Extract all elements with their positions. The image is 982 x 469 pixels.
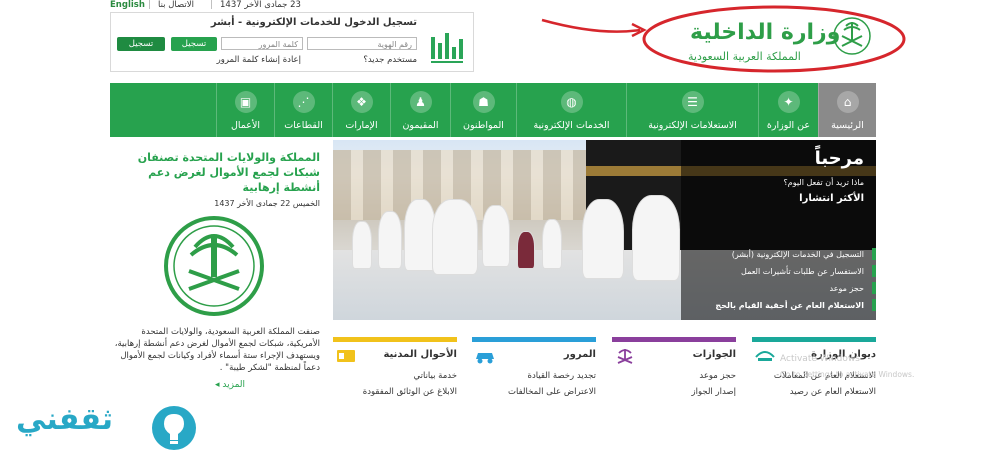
nav-item-sectors[interactable]: ⋰ القطاعات	[274, 83, 332, 137]
news-date: الخميس 22 جمادى الأخر 1437	[214, 199, 320, 208]
ministry-subtitle: المملكة العربية السعودية	[688, 50, 801, 63]
separator: |	[210, 0, 213, 10]
more-label: المزيد	[222, 380, 246, 390]
hero-welcome: مرحباً	[814, 148, 864, 169]
briefcase-icon: ▣	[234, 91, 257, 113]
ministry-title: وزارة الداخلية	[690, 20, 841, 45]
nav-item-inquiries[interactable]: ☰ الاستعلامات الإلكترونية	[626, 83, 758, 137]
hero-link[interactable]: الاستعلام العام عن أحقية القيام بالحج	[715, 301, 864, 310]
hero-popular-title: الأكثر انتشارا	[799, 193, 864, 204]
login-panel: تسجيل الدخول للخدمات الإلكترونية - أبشر …	[110, 12, 474, 72]
emblem-icon: ✦	[777, 91, 800, 113]
network-icon: ⋰	[292, 91, 315, 113]
passport-icon	[617, 349, 633, 364]
hero-panel: مرحباً ماذا تريد أن تفعل اليوم؟ الأكثر ا…	[681, 140, 876, 320]
absher-logo	[427, 27, 467, 67]
nav-label: عن الوزارة	[766, 120, 811, 131]
separator: |	[148, 0, 151, 10]
card-link[interactable]: الابلاغ عن الوثائق المفقودة	[363, 387, 457, 397]
card-title: الأحوال المدنية	[383, 349, 457, 360]
news-body: صنفت المملكة العربية السعودية، والولايات…	[114, 327, 320, 373]
hero-banner: مرحباً ماذا تريد أن تفعل اليوم؟ الأكثر ا…	[333, 140, 876, 320]
hero-link[interactable]: الاستفسار عن طلبات تأشيرات العمل	[741, 267, 864, 276]
login-title: تسجيل الدخول للخدمات الإلكترونية - أبشر	[210, 17, 417, 28]
nav-item-home[interactable]: ⌂ الرئيسية	[818, 83, 876, 137]
hero-question: ماذا تريد أن تفعل اليوم؟	[783, 178, 864, 187]
news-headline[interactable]: المملكة والولايات المتحدة تصنفان شبكات ل…	[110, 150, 320, 195]
top-bar: English | الاتصال بنا | 23 جمادى الأخر 1…	[110, 0, 410, 12]
card-link[interactable]: الاستعلام العام عن رصيد	[790, 387, 876, 397]
nav-item-citizens[interactable]: ☗ المواطنون	[450, 83, 516, 137]
nav-item-business[interactable]: ▣ الأعمال	[216, 83, 274, 137]
card-traffic[interactable]: المرور تجديد رخصة القيادة الاعتراض على ا…	[472, 337, 596, 427]
nav-label: الأعمال	[230, 120, 260, 131]
card-title: المرور	[563, 349, 596, 360]
home-icon: ⌂	[836, 91, 859, 113]
residents-icon: ♟	[409, 91, 432, 113]
more-link[interactable]: المزيد ◂	[215, 380, 245, 390]
card-link[interactable]: حجز موعد	[699, 371, 736, 381]
contact-link[interactable]: الاتصال بنا	[158, 0, 194, 10]
card-link[interactable]: إصدار الجواز	[691, 387, 736, 397]
nav-label: المقيمون	[402, 120, 439, 131]
date-label: 23 جمادى الأخر 1437	[220, 0, 301, 10]
card-link[interactable]: خدمة بياناتي	[414, 371, 457, 381]
card-civil-affairs[interactable]: الأحوال المدنية خدمة بياناتي الابلاغ عن …	[333, 337, 457, 427]
lightbulb-icon	[152, 406, 196, 450]
card-passports[interactable]: الجوازات حجز موعد إصدار الجواز	[612, 337, 736, 427]
nav-item-eservices[interactable]: ◍ الخدمات الإلكترونية	[516, 83, 626, 137]
activate-windows-subtext: Go to Settings to activate Windows.	[780, 370, 915, 379]
nav-item-about[interactable]: ✦ عن الوزارة	[758, 83, 818, 137]
nav-item-emirates[interactable]: ❖ الإمارات	[332, 83, 390, 137]
chevron-left-icon: ◂	[215, 380, 220, 390]
nav-label: المواطنون	[463, 120, 504, 131]
login-button-secondary[interactable]: تسجيل الدخول	[117, 37, 165, 63]
activate-windows-text: Activate Windows	[780, 354, 860, 364]
citizen-icon: ☗	[472, 91, 495, 113]
inquiries-icon: ☰	[681, 91, 704, 113]
nav-label: الاستعلامات الإلكترونية	[648, 120, 737, 131]
english-link[interactable]: English	[110, 0, 145, 10]
globe-icon: ◍	[560, 91, 583, 113]
watermark-text: ثقفني	[16, 402, 114, 437]
absher-logo-icon	[431, 33, 463, 63]
password-field[interactable]: كلمة المرور	[221, 37, 303, 50]
nav-label: الإمارات	[345, 120, 378, 131]
id-card-icon	[337, 350, 355, 362]
card-link[interactable]: تجديد رخصة القيادة	[528, 371, 596, 381]
card-ministry-office[interactable]: ديوان الوزارة الاستعلام العام عن المعامل…	[752, 337, 876, 427]
red-arrow-annotation	[541, 18, 647, 38]
nav-label: القطاعات	[284, 120, 323, 131]
nav-label: الرئيسية	[831, 120, 864, 131]
saudi-emblem-icon[interactable]	[832, 14, 872, 64]
nav-item-residents[interactable]: ♟ المقيمون	[390, 83, 450, 137]
map-icon: ❖	[350, 91, 373, 113]
id-number-field[interactable]: رقم الهوية	[307, 37, 417, 50]
main-nav: ⌂ الرئيسية ✦ عن الوزارة ☰ الاستعلامات ال…	[110, 83, 876, 137]
car-icon	[476, 353, 494, 364]
ministry-icon	[755, 351, 775, 361]
card-link[interactable]: الاعتراض على المخالفات	[508, 387, 596, 397]
nav-label: الخدمات الإلكترونية	[533, 120, 610, 131]
card-title: الجوازات	[692, 349, 736, 360]
login-button[interactable]: تسجيل الدخول	[171, 37, 217, 63]
hero-link[interactable]: حجز موعد	[830, 284, 864, 293]
new-user-link[interactable]: مستخدم جديد؟	[363, 55, 417, 65]
hero-link[interactable]: التسجيل في الخدمات الإلكترونية (أبشر)	[732, 250, 864, 259]
saudi-emblem-icon	[164, 216, 264, 316]
reset-password-link[interactable]: إعادة إنشاء كلمة المرور	[217, 55, 301, 65]
